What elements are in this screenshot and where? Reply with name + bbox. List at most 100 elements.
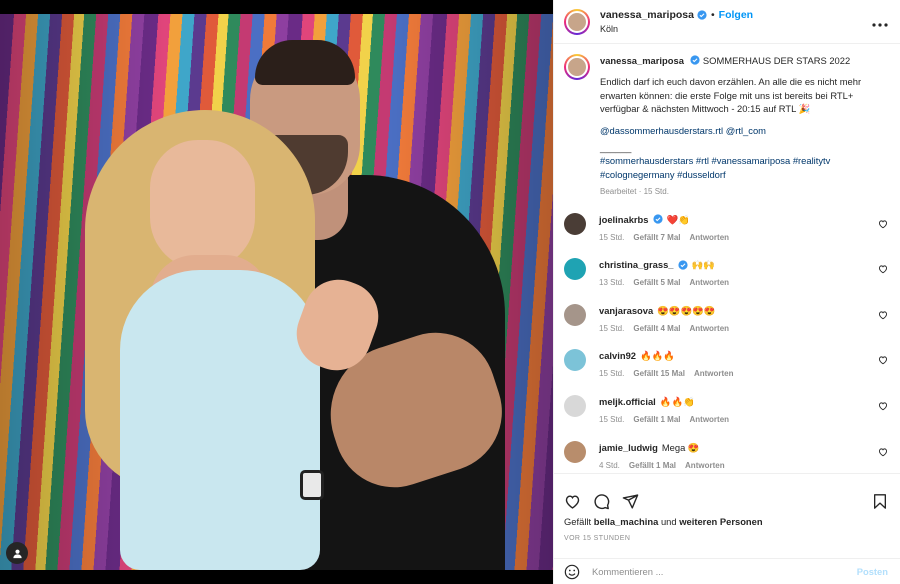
likes-others-link[interactable]: weiteren Personen [679, 516, 762, 527]
comment-text: 🙌🙌 [691, 259, 715, 271]
comment-likes[interactable]: Gefällt 5 Mal [633, 278, 680, 287]
author-avatar[interactable] [564, 8, 590, 35]
comment-like-heart-icon[interactable] [878, 219, 888, 229]
comment-time[interactable]: 4 Std. [599, 461, 620, 470]
reply-button[interactable]: Antworten [685, 461, 725, 470]
caption-divider: ______ [600, 142, 632, 154]
post-side-panel: vanessa_mariposa • Folgen Köln vanessa_m… [553, 0, 900, 584]
caption-author-avatar[interactable] [564, 54, 590, 80]
comments-scroll-area[interactable]: vanessa_mariposa SOMMERHAUS DER STARS 202… [554, 45, 900, 473]
comment-time[interactable]: 15 Std. [599, 233, 624, 242]
verified-badge-icon [690, 55, 700, 65]
comment-item: calvin92 🔥🔥🔥 15 Std. Gefällt 15 Mal Antw… [554, 349, 900, 395]
commenter-avatar[interactable] [564, 303, 586, 326]
comment-icon[interactable] [593, 493, 610, 510]
follow-button[interactable]: Folgen [719, 8, 753, 22]
woman-face [150, 140, 255, 270]
hashtag-link[interactable]: #colognegermany [600, 169, 675, 180]
likes-middle: und [660, 516, 677, 527]
likes-prefix: Gefällt [564, 516, 592, 527]
smiley-icon[interactable] [564, 564, 580, 580]
likes-user-link[interactable]: bella_machina [594, 516, 659, 527]
hashtag-link[interactable]: #rtl [696, 155, 709, 166]
comment-likes[interactable]: Gefällt 1 Mal [629, 461, 676, 470]
send-icon[interactable] [622, 493, 639, 510]
comment-text: Mega 😍 [661, 441, 700, 453]
mention-link[interactable]: @dassommerhausderstars.rtl [600, 125, 723, 136]
comment-text: 🔥🔥🔥 [640, 350, 676, 362]
comment-text: ❤️👏 [666, 213, 690, 225]
comment-like-heart-icon[interactable] [878, 447, 888, 457]
post-header: vanessa_mariposa • Folgen Köln [554, 0, 900, 44]
commenter-avatar[interactable] [564, 440, 586, 463]
comment-item: meljk.official 🔥🔥👏 15 Std. Gefällt 1 Mal… [554, 395, 900, 441]
caption: vanessa_mariposa SOMMERHAUS DER STARS 202… [554, 45, 900, 199]
comment-like-heart-icon[interactable] [878, 264, 888, 274]
man-hair [255, 40, 355, 85]
likes-summary: Gefällt bella_machina und weiteren Perso… [554, 516, 900, 527]
reply-button[interactable]: Antworten [694, 369, 734, 378]
commenter-username[interactable]: calvin92 [599, 349, 636, 362]
caption-username[interactable]: vanessa_mariposa [600, 55, 684, 66]
hashtag-link[interactable]: #sommerhausderstars [600, 155, 693, 166]
photo-letterbox-top [0, 0, 553, 14]
comment-list: joelinakrbs ❤️👏 15 Std. Gefällt 7 Mal An… [554, 212, 900, 473]
wristwatch [300, 470, 324, 500]
verified-badge-icon [697, 9, 707, 20]
reply-button[interactable]: Antworten [689, 233, 729, 242]
post-comment-button[interactable]: Posten [857, 566, 888, 577]
commenter-avatar[interactable] [564, 212, 586, 235]
caption-title: SOMMERHAUS DER STARS 2022 [702, 55, 851, 66]
caption-text: Endlich darf ich euch davon erzählen. An… [600, 76, 862, 115]
comment-like-heart-icon[interactable] [878, 310, 888, 320]
hashtag-link[interactable]: #realitytv [793, 155, 831, 166]
comment-time[interactable]: 15 Std. [599, 415, 624, 424]
post-photo[interactable] [0, 0, 553, 584]
comment-item: christina_grass_ 🙌🙌 13 Std. Gefällt 5 Ma… [554, 258, 900, 304]
comment-item: vanjarasova 😍😍😍😍😍 15 Std. Gefällt 4 Mal … [554, 303, 900, 350]
hashtag-link[interactable]: #dusseldorf [677, 169, 725, 180]
comment-likes[interactable]: Gefällt 4 Mal [633, 324, 680, 333]
hashtag-link[interactable]: #vanessamariposa [712, 155, 791, 166]
comment-text: 🔥🔥👏 [659, 396, 695, 408]
comment-time[interactable]: 15 Std. [599, 369, 624, 378]
post-location[interactable]: Köln [600, 22, 753, 36]
comment-text: 😍😍😍😍😍 [657, 304, 716, 316]
comment-likes[interactable]: Gefällt 7 Mal [633, 233, 680, 242]
comment-like-heart-icon[interactable] [878, 355, 888, 365]
user-tag-icon[interactable] [6, 542, 28, 564]
caption-meta: Bearbeitet · 15 Std. [600, 187, 669, 197]
comment-item: joelinakrbs ❤️👏 15 Std. Gefällt 7 Mal An… [554, 212, 900, 259]
commenter-username[interactable]: jamie_ludwig [599, 441, 658, 454]
comment-likes[interactable]: Gefällt 1 Mal [633, 415, 680, 424]
commenter-avatar[interactable] [564, 258, 586, 281]
comment-time[interactable]: 13 Std. [599, 278, 624, 287]
mention-link[interactable]: @rtl_com [726, 125, 766, 136]
commenter-avatar[interactable] [564, 395, 586, 418]
reply-button[interactable]: Antworten [689, 415, 729, 424]
comment-input[interactable] [592, 566, 857, 577]
more-options-icon[interactable] [872, 14, 888, 30]
separator-dot: • [710, 8, 715, 21]
post-timestamp[interactable]: VOR 15 STUNDEN [554, 527, 900, 542]
commenter-username[interactable]: christina_grass_ [599, 258, 674, 271]
reply-button[interactable]: Antworten [689, 278, 729, 287]
add-comment-bar: Posten [554, 558, 900, 584]
heart-icon[interactable] [564, 493, 581, 510]
verified-badge-icon [652, 214, 663, 224]
reply-button[interactable]: Antworten [689, 324, 729, 333]
verified-badge-icon [677, 260, 688, 270]
comment-item: jamie_ludwig Mega 😍 4 Std. Gefällt 1 Mal… [554, 440, 900, 473]
comment-like-heart-icon[interactable] [878, 401, 888, 411]
commenter-avatar[interactable] [564, 349, 586, 372]
commenter-username[interactable]: vanjarasova [599, 304, 653, 317]
woman-light-blue-dress [120, 270, 320, 570]
comment-time[interactable]: 15 Std. [599, 324, 624, 333]
photo-letterbox-bottom [0, 570, 553, 584]
comment-likes[interactable]: Gefällt 15 Mal [633, 369, 685, 378]
bookmark-icon[interactable] [872, 493, 888, 510]
author-username[interactable]: vanessa_mariposa [600, 8, 694, 22]
commenter-username[interactable]: meljk.official [599, 395, 656, 408]
action-bar: Gefällt bella_machina und weiteren Perso… [554, 473, 900, 558]
commenter-username[interactable]: joelinakrbs [599, 213, 649, 226]
